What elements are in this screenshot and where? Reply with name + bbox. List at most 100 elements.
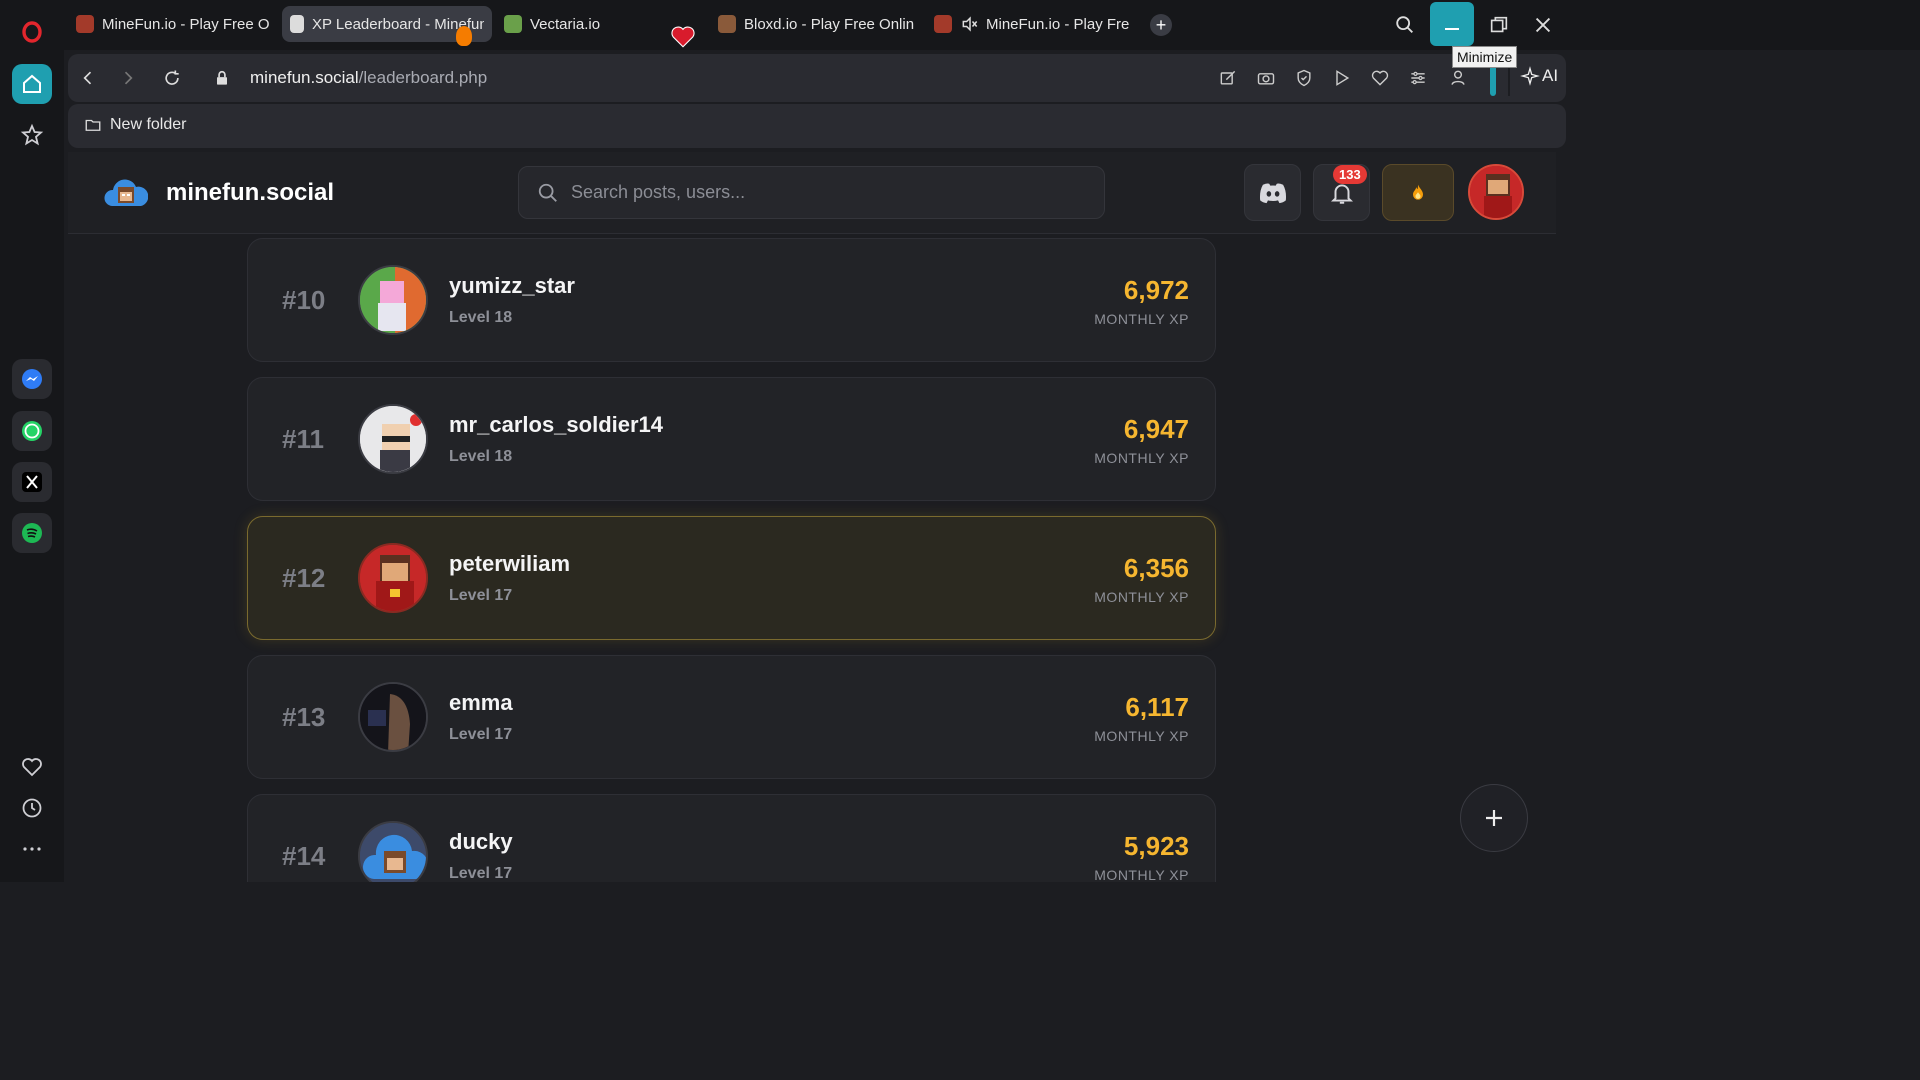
- tab-bloxd[interactable]: Bloxd.io - Play Free Online: [710, 6, 922, 42]
- rank-number: #11: [282, 424, 324, 454]
- site-logo[interactable]: minefun.social: [104, 176, 334, 210]
- heart-sticker-icon: [669, 24, 697, 50]
- favorites-heart-icon[interactable]: [12, 747, 52, 787]
- monthly-xp-value: 6,972: [1123, 275, 1189, 305]
- search-input[interactable]: Search posts, users...: [518, 166, 1105, 219]
- bloxd-favicon-icon: [718, 15, 736, 33]
- notification-count-badge: 133: [1333, 165, 1367, 184]
- player-level: Level 18: [449, 448, 513, 465]
- rank-number: #13: [282, 702, 326, 732]
- player-username[interactable]: emma: [449, 690, 513, 716]
- lock-icon[interactable]: [210, 66, 234, 90]
- player-level: Level 17: [449, 726, 513, 743]
- address-bar: minefun.social/leaderboard.php AI: [68, 54, 1566, 102]
- search-icon: [538, 183, 557, 202]
- monthly-xp-value: 5,923: [1123, 831, 1189, 861]
- leaderboard-row-current-user[interactable]: #12 peterwiliam Level 17 6,356 MONTHLY X…: [247, 516, 1216, 640]
- user-avatar[interactable]: [1468, 164, 1524, 220]
- leaderboard-row[interactable]: #14 ducky Level 17 5,923 MONTHLY XP: [247, 794, 1216, 882]
- bookmark-folder[interactable]: New folder: [84, 116, 186, 134]
- plus-icon: [1486, 810, 1502, 826]
- restore-window-button[interactable]: [1488, 14, 1510, 41]
- reload-icon[interactable]: [160, 66, 184, 90]
- player-avatar[interactable]: [358, 821, 428, 882]
- monthly-xp-value: 6,117: [1125, 692, 1189, 722]
- easy-setup-icon[interactable]: [1406, 66, 1430, 90]
- minefun-favicon-icon: [934, 15, 952, 33]
- history-clock-icon[interactable]: [12, 788, 52, 828]
- close-window-button[interactable]: [1532, 14, 1554, 41]
- monthly-xp-label: MONTHLY XP: [1094, 589, 1189, 605]
- spotify-icon[interactable]: [12, 513, 52, 553]
- tab-minefun-2[interactable]: MineFun.io - Play Free: [926, 6, 1138, 42]
- rank-number: #14: [282, 841, 326, 871]
- edit-share-icon[interactable]: [1216, 66, 1240, 90]
- page-favicon-icon: [290, 15, 304, 33]
- discord-button[interactable]: [1244, 164, 1301, 221]
- forward-icon[interactable]: [116, 66, 140, 90]
- url-field[interactable]: minefun.social/leaderboard.php: [250, 68, 487, 88]
- player-username[interactable]: mr_carlos_soldier14: [449, 412, 663, 438]
- opera-logo-icon[interactable]: [12, 12, 52, 52]
- monthly-xp-value: 6,356: [1123, 553, 1189, 583]
- player-avatar[interactable]: [358, 265, 428, 335]
- new-tab-plus-icon[interactable]: +: [1150, 14, 1172, 36]
- whatsapp-icon[interactable]: [12, 411, 52, 451]
- muted-speaker-icon[interactable]: [960, 14, 980, 34]
- create-post-button[interactable]: [1460, 784, 1528, 852]
- player-avatar[interactable]: [358, 682, 428, 752]
- aria-ai-button[interactable]: AI: [1520, 66, 1558, 86]
- sparkle-icon: [1520, 66, 1540, 86]
- browser-sidebar: [0, 0, 64, 882]
- minimize-icon: [1445, 28, 1459, 30]
- pinboard-star-icon[interactable]: [12, 115, 52, 155]
- adblock-shield-icon[interactable]: [1292, 66, 1316, 90]
- home-icon[interactable]: [12, 64, 52, 104]
- flow-send-icon[interactable]: [1330, 66, 1354, 90]
- monthly-xp-label: MONTHLY XP: [1094, 311, 1189, 327]
- minefun-favicon-icon: [76, 15, 94, 33]
- minimize-button[interactable]: [1430, 2, 1474, 46]
- monthly-xp-label: MONTHLY XP: [1094, 450, 1189, 466]
- rank-number: #12: [282, 563, 326, 593]
- player-level: Level 18: [449, 309, 513, 326]
- account-icon[interactable]: [1446, 66, 1470, 90]
- user-avatar-image: [1470, 166, 1522, 218]
- discord-icon: [1259, 183, 1286, 203]
- player-avatar[interactable]: [358, 404, 428, 474]
- snapshot-camera-icon[interactable]: [1254, 66, 1278, 90]
- x-twitter-icon[interactable]: [12, 462, 52, 502]
- monthly-xp-label: MONTHLY XP: [1094, 728, 1189, 744]
- player-username[interactable]: ducky: [449, 829, 513, 855]
- flame-icon: [1413, 184, 1423, 200]
- leaderboard-row[interactable]: #10 yumizz_star Level 18 6,972 MONTHLY X…: [247, 238, 1216, 362]
- player-level: Level 17: [449, 865, 513, 882]
- fire-emoji-icon: [456, 26, 472, 46]
- player-level: Level 17: [449, 587, 513, 604]
- streak-button[interactable]: [1382, 164, 1454, 221]
- site-name: minefun.social: [166, 179, 335, 206]
- rank-number: #10: [282, 285, 326, 315]
- tab-vectaria[interactable]: Vectaria.io: [496, 6, 676, 42]
- bookmark-heart-icon[interactable]: [1368, 66, 1392, 90]
- monthly-xp-value: 6,947: [1123, 414, 1189, 444]
- tab-strip: MineFun.io - Play Free Onl XP Leaderboar…: [64, 0, 1920, 50]
- back-icon[interactable]: [76, 66, 100, 90]
- site-header: minefun.social Search posts, users... 13…: [68, 152, 1556, 234]
- minimize-tooltip: Minimize: [1452, 46, 1518, 68]
- monthly-xp-label: MONTHLY XP: [1094, 867, 1189, 882]
- leaderboard-row[interactable]: #13 emma Level 17 6,117 MONTHLY XP: [247, 655, 1216, 779]
- messenger-icon[interactable]: [12, 359, 52, 399]
- vectaria-favicon-icon: [504, 15, 522, 33]
- player-username[interactable]: yumizz_star: [449, 273, 575, 299]
- more-dots-icon[interactable]: [12, 829, 52, 869]
- player-username[interactable]: peterwiliam: [449, 551, 570, 577]
- tab-search-icon[interactable]: [1394, 14, 1416, 41]
- leaderboard-row[interactable]: #11 mr_carlos_soldier14 Level 18 6,947 M…: [247, 377, 1216, 501]
- player-avatar[interactable]: [358, 543, 428, 613]
- bookmarks-bar: New folder: [68, 104, 1566, 148]
- page-viewport: minefun.social Search posts, users... 13…: [68, 152, 1556, 882]
- folder-icon: [85, 119, 101, 131]
- cloud-logo-icon: [104, 179, 148, 206]
- tab-minefun-1[interactable]: MineFun.io - Play Free Onl: [68, 6, 278, 42]
